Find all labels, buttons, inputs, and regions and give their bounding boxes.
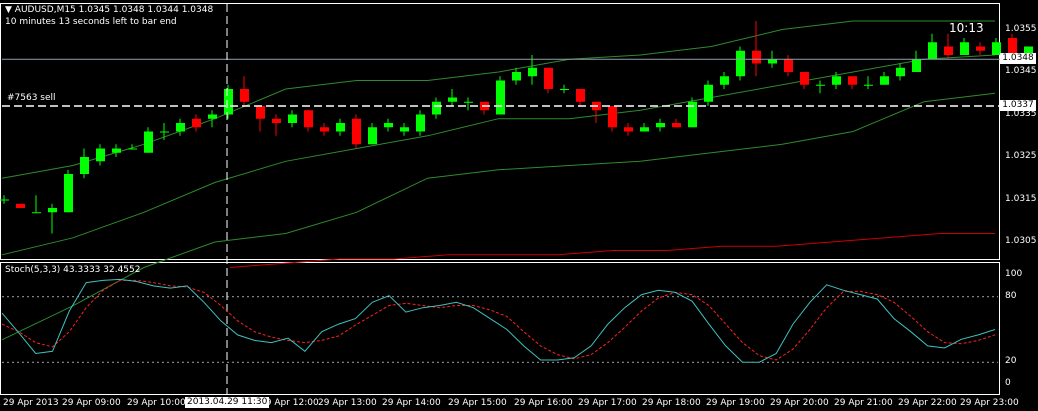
bar-timer: 10:13: [949, 21, 984, 35]
candle-body: [944, 46, 953, 55]
time-tick-label: 29 Apr 19:00: [706, 398, 765, 408]
candle-body: [496, 80, 505, 115]
candle-body: [640, 127, 649, 132]
candle-body: [512, 72, 521, 81]
time-tick-label: 29 Apr 18:00: [642, 398, 701, 408]
candle-body: [336, 123, 345, 132]
candle-body: [832, 76, 841, 85]
candle-body: [160, 131, 169, 133]
candle-body: [416, 114, 425, 132]
symbol-quote: AUDUSD,M15 1.0345 1.0348 1.0344 1.0348: [14, 5, 214, 15]
candle-body: [768, 59, 777, 64]
current-price-tag: 1.0348: [1000, 53, 1036, 65]
candle-body: [784, 59, 793, 72]
candle-body: [864, 84, 873, 86]
candle-body: [752, 50, 761, 64]
order-price-tag: 1.0337: [1000, 100, 1036, 111]
dropdown-arrow-icon[interactable]: ▼: [5, 5, 12, 15]
bollinger-lower-line: [1, 92, 996, 341]
candle-body: [400, 127, 409, 132]
candle-body: [16, 203, 25, 208]
candle-body: [128, 148, 137, 150]
candle-body: [176, 123, 185, 132]
candle-body: [816, 84, 825, 86]
candle-body: [880, 76, 889, 85]
time-tick-label: 29 Apr 13:00: [318, 398, 377, 408]
candle-body: [656, 123, 665, 128]
bar-countdown: 10 minutes 13 seconds left to bar end: [5, 17, 177, 27]
stoch-tick-label: 80: [1005, 290, 1017, 301]
candle-body: [528, 67, 537, 77]
candle-body: [368, 127, 377, 145]
moving-average-line: [229, 233, 995, 268]
candle-body: [288, 114, 297, 123]
candle-body: [848, 76, 857, 85]
time-tick-label: 29 Apr 09:00: [62, 398, 121, 408]
candle-body: [928, 42, 937, 60]
stoch-tick-label: 0: [1005, 378, 1011, 388]
stoch-tick-label: 20: [1005, 356, 1017, 367]
time-tick-label: 29 Apr 10:00: [127, 398, 186, 408]
time-tick-label: 29 Apr 2013: [3, 398, 59, 408]
candle-body: [208, 114, 217, 119]
time-tick-label: 29 Apr 22:00: [898, 398, 957, 408]
candle-body: [272, 118, 281, 123]
candle-body: [0, 199, 9, 201]
candle-body: [736, 50, 745, 77]
order-label[interactable]: #7563 sell: [7, 93, 56, 104]
candle-body: [608, 106, 617, 128]
candle-body: [32, 212, 41, 214]
candle-body: [464, 101, 473, 103]
candle-body: [304, 110, 313, 128]
candle-body: [912, 59, 921, 72]
candle-body: [448, 97, 457, 102]
candle-body: [144, 131, 153, 153]
time-tick-label: 29 Apr 20:00: [770, 398, 829, 408]
time-tick-label: 29 Apr 21:00: [834, 398, 893, 408]
candle-body: [672, 123, 681, 128]
candle-body: [896, 67, 905, 77]
price-tick-label: 1.0345: [1005, 66, 1037, 76]
candle-body: [80, 157, 89, 174]
candle-body: [800, 72, 809, 85]
price-tick-label: 1.0325: [1005, 151, 1037, 161]
price-tick-label: 1.0315: [1005, 193, 1037, 204]
time-tick-label: 29 Apr 16:00: [514, 398, 573, 408]
candle-body: [48, 208, 57, 213]
time-tick-label: 29 Apr 17:00: [578, 398, 637, 408]
candle-body: [320, 127, 329, 132]
chart-canvas[interactable]: [0, 0, 1038, 411]
time-tick-label: 29 Apr 15:00: [448, 398, 507, 408]
candle-body: [544, 67, 553, 89]
stoch-title: Stoch(5,3,3) 43.3333 32.4552: [5, 265, 141, 275]
candle-body: [192, 118, 201, 128]
candle-body: [624, 127, 633, 132]
price-tick-label: 1.0305: [1005, 236, 1037, 246]
time-tick-label: 29 Apr 23:00: [960, 398, 1019, 408]
candle-body: [96, 148, 105, 162]
stoch-signal-line: [1, 279, 996, 361]
candle-body: [64, 174, 73, 213]
candle-body: [720, 76, 729, 85]
candle-body: [112, 148, 121, 153]
candle-body: [976, 46, 985, 51]
candle-body: [224, 89, 233, 115]
candle-body: [560, 89, 569, 90]
price-tick-label: 1.0355: [1005, 23, 1037, 34]
candle-body: [704, 84, 713, 102]
crosshair-date-label: 2013.04.29 11:30: [185, 397, 270, 408]
candle-body: [352, 118, 361, 145]
chart-header: ▼ AUDUSD,M15 1.0345 1.0348 1.0344 1.0348: [5, 5, 213, 16]
candle-body: [576, 89, 585, 102]
candle-body: [240, 89, 249, 102]
stoch-tick-label: 100: [1005, 269, 1023, 279]
candle-body: [256, 106, 265, 119]
candle-body: [384, 123, 393, 128]
candle-body: [432, 101, 441, 115]
time-tick-label: 29 Apr 14:00: [382, 398, 441, 408]
candle-body: [960, 42, 969, 55]
